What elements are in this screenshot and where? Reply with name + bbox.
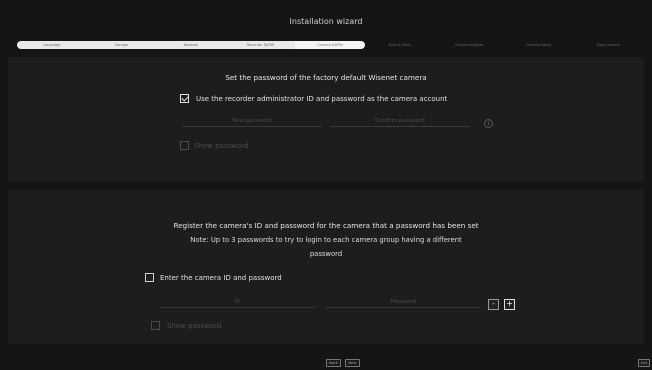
use-recorder-account-checkbox[interactable] [180,94,189,103]
show-password-checkbox-2[interactable] [151,321,160,330]
use-recorder-account-label: Use the recorder administrator ID and pa… [196,95,448,103]
step-camera-register: Camera register [454,43,484,47]
enter-camera-id-label: Enter the camera ID and password [160,274,282,282]
exit-button[interactable]: Exit [638,359,650,367]
step-recorder-idpw[interactable]: Recorder ID/PW [225,41,296,49]
info-icon[interactable]: i [484,119,493,128]
wizard-steps: Language Storage Network Recorder ID/PW … [17,41,643,49]
camera-password-field[interactable]: Password [326,297,481,308]
remove-row-button[interactable]: - [488,299,499,310]
default-camera-password-panel: Set the password of the factory default … [8,57,644,182]
step-date-time: Date & Time [388,43,411,47]
step-camera-idpw[interactable]: Camera ID/PW [295,41,365,49]
new-password-field[interactable]: New password [182,116,322,127]
camera-id-field[interactable]: ID [160,297,315,308]
section2-note-line1: Note: Up to 3 passwords to try to login … [190,236,462,244]
enter-camera-id-checkbox[interactable] [145,273,154,282]
confirm-password-field[interactable]: Confirm password [330,116,470,127]
add-row-button[interactable]: + [504,299,515,310]
step-storage[interactable]: Storage [86,41,157,49]
step-channel-setup: Channel setup [526,43,552,47]
show-password-label-2: Show password [167,322,222,330]
step-language[interactable]: Language [17,41,87,49]
next-button[interactable]: Next [345,359,360,367]
wizard-title: Installation wizard [289,17,363,26]
section2-heading: Register the camera's ID and password fo… [173,221,479,230]
show-password-checkbox-1[interactable] [180,141,189,150]
camera-credentials-panel: Register the camera's ID and password fo… [8,190,644,344]
step-easy-connect: Easy connect [596,43,620,47]
section1-heading: Set the password of the factory default … [225,73,427,82]
step-network[interactable]: Network [156,41,226,49]
back-button[interactable]: Back [326,359,341,367]
show-password-label-1: Show password [194,142,249,150]
section2-note-line2: password [309,250,343,258]
